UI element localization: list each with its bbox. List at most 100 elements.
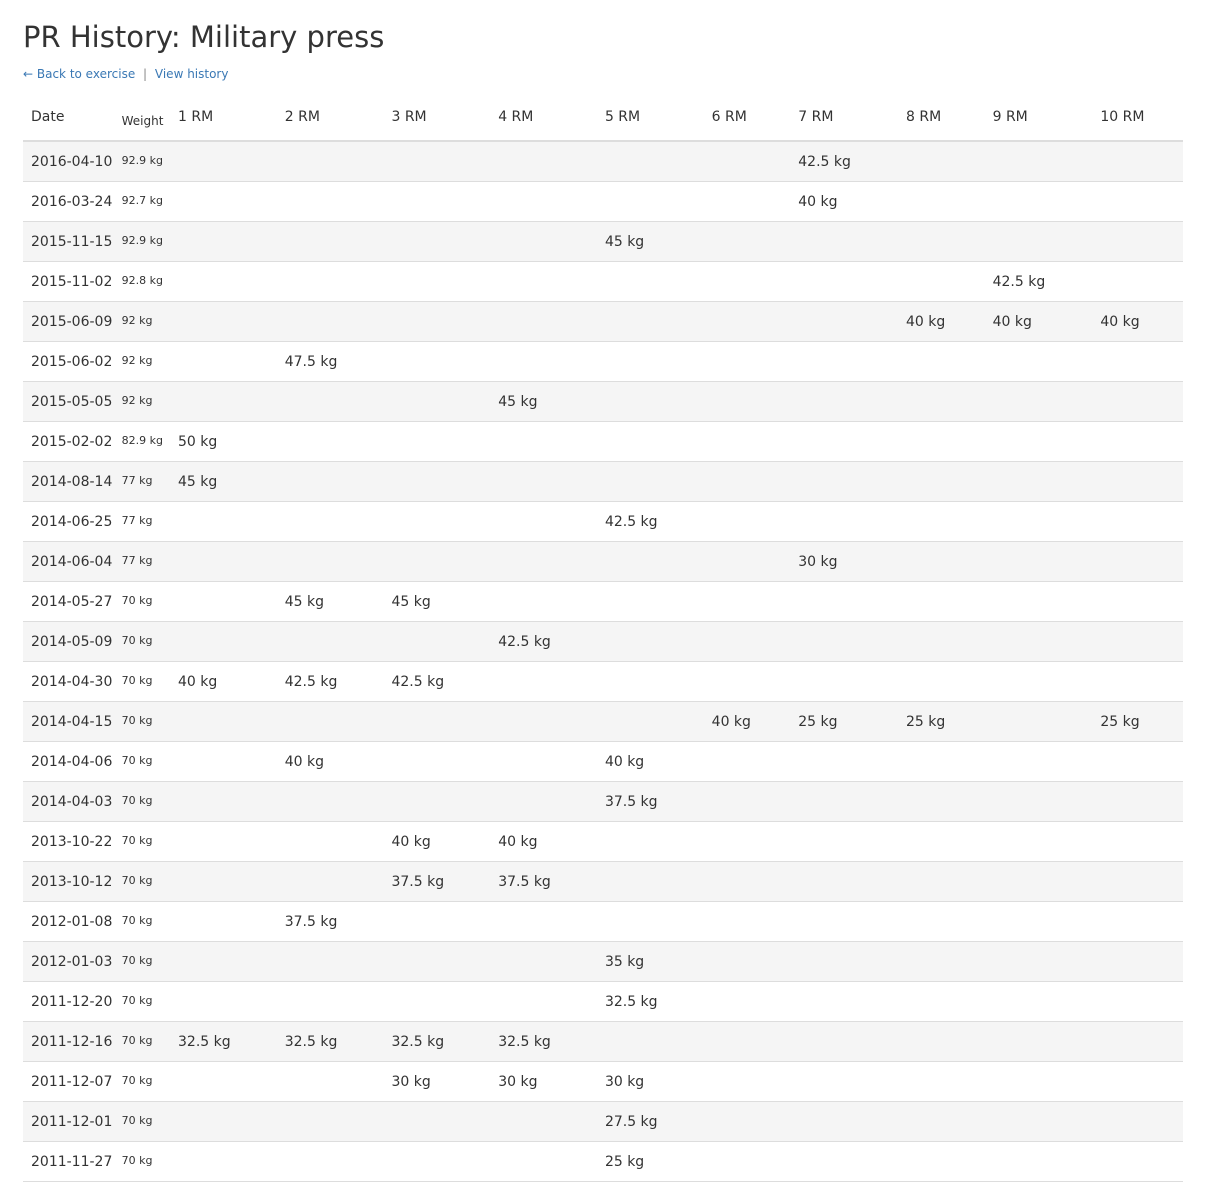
rm1-cell [170, 901, 277, 942]
bodyweight-cell: 70 kg [113, 1021, 170, 1062]
rm3-cell: 40 kg [383, 821, 491, 862]
rm7-cell [790, 381, 898, 422]
date-cell: 2016-03-24 [23, 181, 114, 222]
rm1-cell [170, 1141, 277, 1182]
rm10-cell [1092, 141, 1183, 182]
rm8-cell [898, 821, 985, 862]
rm3-cell: 42.5 kg [383, 661, 491, 702]
header-4rm: 4 RM [490, 94, 597, 142]
rm1-cell: 32.5 kg [170, 1021, 277, 1062]
header-2rm: 2 RM [276, 94, 384, 142]
rm10-cell [1092, 581, 1183, 622]
rm3-cell [383, 461, 491, 502]
rm4-cell [490, 581, 597, 622]
rm10-cell [1092, 741, 1183, 782]
date-cell: 2016-04-10 [23, 141, 114, 182]
bodyweight-cell: 92 kg [113, 381, 170, 422]
header-8rm: 8 RM [898, 94, 985, 142]
rm8-cell [898, 581, 985, 622]
rm1-cell [170, 541, 277, 582]
back-to-exercise-link[interactable]: ← Back to exercise [23, 67, 135, 81]
rm8-cell [898, 861, 985, 902]
header-weight: Weight [113, 94, 170, 142]
rm3-cell [383, 541, 491, 582]
rm7-cell: 30 kg [790, 541, 898, 582]
rm10-cell [1092, 421, 1183, 462]
table-row: 2015-02-02 82.9 kg 50 kg [23, 421, 1183, 462]
rm1-cell [170, 941, 277, 982]
table-row: 2014-08-14 77 kg 45 kg [23, 461, 1183, 502]
header-1rm: 1 RM [170, 94, 277, 142]
rm3-cell [383, 421, 491, 462]
rm4-cell [490, 341, 597, 382]
bodyweight-cell: 70 kg [113, 1101, 170, 1142]
date-cell: 2011-12-16 [23, 1021, 114, 1062]
rm10-cell [1092, 341, 1183, 382]
rm1-cell: 45 kg [170, 461, 277, 502]
bodyweight-cell: 70 kg [113, 941, 170, 982]
table-row: 2015-11-15 92.9 kg 45 kg [23, 221, 1183, 262]
rm10-cell [1092, 261, 1183, 302]
bodyweight-cell: 70 kg [113, 701, 170, 742]
date-cell: 2011-12-07 [23, 1061, 114, 1102]
rm7-cell [790, 261, 898, 302]
rm3-cell: 37.5 kg [383, 861, 491, 902]
table-row: 2012-01-03 70 kg 35 kg [23, 941, 1183, 982]
table-row: 2014-06-25 77 kg 42.5 kg [23, 501, 1183, 542]
rm4-cell [490, 141, 597, 182]
table-row: 2014-06-04 77 kg 30 kg [23, 541, 1183, 582]
rm5-cell: 35 kg [596, 941, 704, 982]
date-cell: 2014-08-14 [23, 461, 114, 502]
date-cell: 2015-02-02 [23, 421, 114, 462]
rm2-cell [276, 221, 384, 262]
rm3-cell [383, 181, 491, 222]
rm9-cell [984, 701, 1093, 742]
rm6-cell [703, 541, 791, 582]
rm9-cell [984, 821, 1093, 862]
rm5-cell [596, 181, 704, 222]
rm1-cell [170, 301, 277, 342]
rm9-cell [984, 621, 1093, 662]
bodyweight-cell: 70 kg [113, 981, 170, 1022]
rm8-cell [898, 141, 985, 182]
rm6-cell [703, 261, 791, 302]
rm3-cell [383, 141, 491, 182]
rm9-cell [984, 461, 1093, 502]
rm7-cell [790, 621, 898, 662]
rm4-cell: 37.5 kg [490, 861, 597, 902]
rm4-cell: 42.5 kg [490, 621, 597, 662]
table-header-row: Date Weight 1 RM 2 RM 3 RM 4 RM 5 RM 6 RM 7 RM 8 … [23, 94, 1183, 142]
nav-links: ← Back to exercise | View history [23, 66, 1183, 82]
bodyweight-cell: 82.9 kg [113, 421, 170, 462]
rm1-cell [170, 261, 277, 302]
bodyweight-cell: 77 kg [113, 501, 170, 542]
date-cell: 2013-10-22 [23, 821, 114, 862]
rm7-cell [790, 581, 898, 622]
rm7-cell [790, 1141, 898, 1182]
rm6-cell [703, 941, 791, 982]
header-6rm: 6 RM [703, 94, 791, 142]
rm10-cell [1092, 981, 1183, 1022]
rm7-cell [790, 901, 898, 942]
rm6-cell [703, 141, 791, 182]
date-cell: 2013-10-12 [23, 861, 114, 902]
rm7-cell: 25 kg [790, 701, 898, 742]
rm1-cell [170, 221, 277, 262]
rm8-cell [898, 181, 985, 222]
rm2-cell [276, 461, 384, 502]
header-9rm: 9 RM [984, 94, 1093, 142]
bodyweight-cell: 77 kg [113, 541, 170, 582]
rm6-cell [703, 181, 791, 222]
rm8-cell [898, 661, 985, 702]
date-cell: 2015-05-05 [23, 381, 114, 422]
rm2-cell [276, 421, 384, 462]
rm2-cell [276, 1061, 384, 1102]
rm10-cell: 40 kg [1092, 301, 1183, 342]
view-history-link[interactable]: View history [155, 67, 229, 81]
rm5-cell [596, 421, 704, 462]
bodyweight-cell: 70 kg [113, 741, 170, 782]
rm2-cell [276, 1101, 384, 1142]
rm7-cell [790, 421, 898, 462]
rm3-cell [383, 941, 491, 982]
rm5-cell [596, 581, 704, 622]
